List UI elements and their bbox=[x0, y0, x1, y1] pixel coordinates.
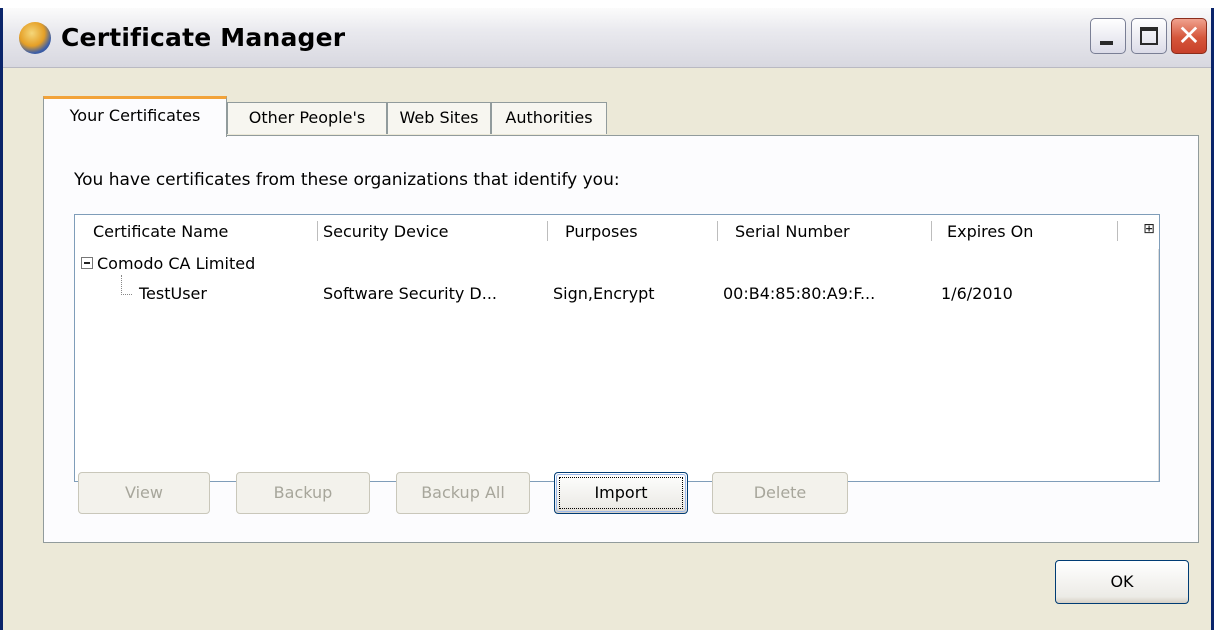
column-separator[interactable] bbox=[317, 221, 318, 241]
close-icon: ✕ bbox=[1177, 19, 1201, 52]
window-title: Certificate Manager bbox=[61, 23, 346, 52]
column-expires-on[interactable]: Expires On bbox=[947, 215, 1033, 249]
column-separator[interactable] bbox=[931, 221, 932, 241]
minimize-icon bbox=[1100, 41, 1113, 45]
intro-text: You have certificates from these organiz… bbox=[74, 170, 620, 190]
tree-header: Certificate Name Security Device Purpose… bbox=[75, 215, 1159, 249]
tree-scroll-edge bbox=[1158, 249, 1159, 481]
backup-button[interactable]: Backup bbox=[236, 472, 370, 514]
column-purposes[interactable]: Purposes bbox=[565, 215, 638, 249]
column-security-device[interactable]: Security Device bbox=[323, 215, 449, 249]
column-serial-number[interactable]: Serial Number bbox=[735, 215, 850, 249]
certificate-tree[interactable]: Certificate Name Security Device Purpose… bbox=[74, 214, 1160, 482]
column-separator[interactable] bbox=[1117, 221, 1118, 241]
cell-security-device: Software Security D... bbox=[323, 284, 497, 303]
minimize-button[interactable] bbox=[1090, 18, 1126, 54]
close-button[interactable]: ✕ bbox=[1171, 18, 1207, 54]
column-separator[interactable] bbox=[547, 221, 548, 241]
cell-serial-number: 00:B4:85:80:A9:F... bbox=[723, 284, 876, 303]
tab-other-peoples[interactable]: Other People's bbox=[227, 102, 387, 134]
column-certificate-name[interactable]: Certificate Name bbox=[93, 215, 228, 249]
column-picker-icon[interactable]: ⊞ bbox=[1141, 221, 1157, 237]
maximize-icon bbox=[1140, 27, 1158, 45]
delete-button[interactable]: Delete bbox=[712, 472, 848, 514]
tree-group-row[interactable]: Comodo CA Limited bbox=[75, 249, 1159, 279]
view-button[interactable]: View bbox=[78, 472, 210, 514]
tree-connector-line bbox=[121, 275, 132, 295]
cell-expires-on: 1/6/2010 bbox=[941, 284, 1013, 303]
maximize-button[interactable] bbox=[1131, 18, 1167, 54]
ok-button[interactable]: OK bbox=[1055, 560, 1189, 604]
title-bar[interactable]: Certificate Manager ✕ bbox=[3, 8, 1211, 68]
column-separator[interactable] bbox=[717, 221, 718, 241]
certificate-manager-window: Certificate Manager ✕ Your Certificates … bbox=[0, 8, 1214, 630]
your-certificates-panel: You have certificates from these organiz… bbox=[43, 135, 1199, 543]
tab-your-certificates[interactable]: Your Certificates bbox=[43, 96, 227, 137]
import-button[interactable]: Import bbox=[554, 472, 688, 514]
tab-authorities[interactable]: Authorities bbox=[491, 102, 607, 134]
firefox-icon bbox=[19, 22, 51, 54]
cell-certificate-name: TestUser bbox=[139, 284, 207, 303]
import-label: Import bbox=[594, 483, 648, 502]
collapse-twisty-icon[interactable] bbox=[81, 257, 93, 269]
tab-web-sites[interactable]: Web Sites bbox=[387, 102, 491, 134]
cell-purposes: Sign,Encrypt bbox=[553, 284, 655, 303]
backup-all-button[interactable]: Backup All bbox=[396, 472, 530, 514]
table-row[interactable]: TestUser Software Security D... Sign,Enc… bbox=[75, 275, 1159, 309]
